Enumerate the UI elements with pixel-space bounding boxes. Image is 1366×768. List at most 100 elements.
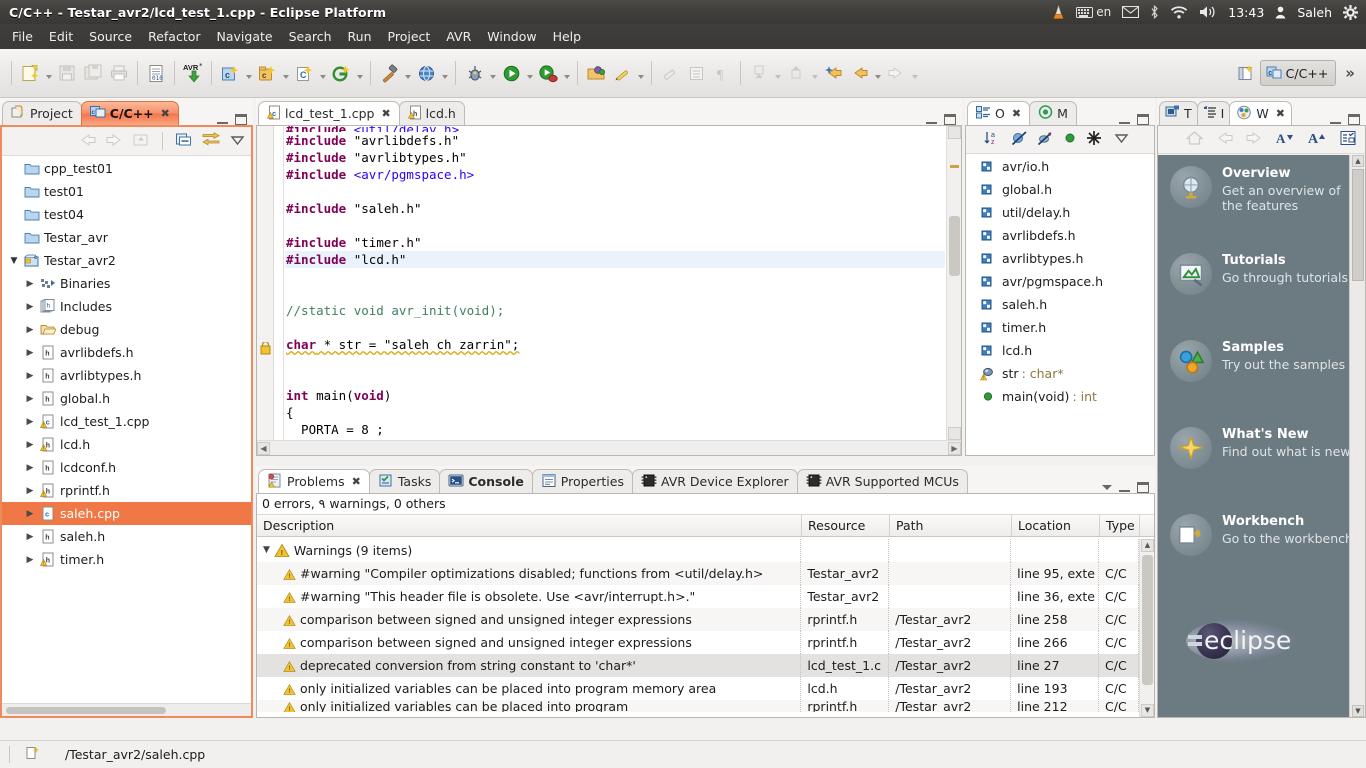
code-line[interactable]: #include "timer.h" [285,234,945,251]
scrollbar-thumb[interactable] [6,707,166,714]
tree-item-debug[interactable]: ▶ debug [2,318,251,341]
decrease-font-icon[interactable]: A [1276,130,1295,149]
menu-file[interactable]: File [4,27,41,46]
user-avatar-icon[interactable] [1275,6,1286,19]
maximize-icon[interactable] [1137,114,1149,125]
view-menu-icon[interactable] [230,134,245,149]
problem-row[interactable]: ! #warning "This header file is obsolete.… [257,585,1139,608]
column-header-description[interactable]: Description [257,515,802,536]
mail-icon[interactable] [1122,6,1140,18]
hide-fields-icon[interactable] [1011,130,1028,149]
customize-page-icon[interactable] [1340,130,1357,149]
code-line[interactable] [285,285,945,302]
outline-item-avrlibtypes-h[interactable]: avrlibtypes.h [966,247,1154,270]
editor-hscrollbar[interactable]: ◀ ▶ [257,440,961,455]
scroll-up-arrow[interactable] [948,126,961,139]
expand-arrow-closed-icon[interactable]: ▶ [22,532,38,542]
minimize-icon[interactable] [926,115,937,124]
debug-icon[interactable] [461,60,487,86]
tree-item-avrlibtypes-h[interactable]: ▶ h avrlibtypes.h [2,364,251,387]
maximize-icon[interactable] [1348,114,1360,125]
menu-project[interactable]: Project [380,27,439,46]
outline-item-util-delay-h[interactable]: util/delay.h [966,201,1154,224]
problems-group-row[interactable]: ▼! Warnings (9 items) [257,539,1139,562]
scrollbar-thumb[interactable] [1142,555,1153,685]
scrollbar-thumb[interactable] [949,216,960,276]
tree-item-avrlibdefs-h[interactable]: ▶ h avrlibdefs.h [2,341,251,364]
new-source-file-icon[interactable]: C [291,60,317,86]
column-header-type[interactable]: Type [1100,515,1140,536]
outline-item-global-h[interactable]: global.h [966,178,1154,201]
tab-outline-mini[interactable]: I [1196,101,1231,125]
scroll-down-arrow[interactable]: ▼ [1141,704,1154,717]
keyboard-layout-indicator[interactable]: en [1076,5,1111,19]
editor-vscrollbar[interactable] [946,126,961,440]
outline-item-str[interactable]: ! str : char* [966,362,1154,385]
run-external-tools-dropdown[interactable] [561,60,572,86]
tab-problems[interactable]: Problems ✖ [258,469,370,493]
tab-project[interactable]: Project [2,101,82,125]
build-hammer-icon[interactable] [376,60,402,86]
code-line[interactable] [285,370,945,387]
scroll-left-arrow[interactable]: ◀ [257,442,270,455]
code-line[interactable]: int main(void) [285,387,945,404]
home-icon[interactable] [1185,130,1204,149]
tab-welcome[interactable]: W ✖ [1229,101,1292,125]
tree-item-binaries[interactable]: ▶ Binaries [2,272,251,295]
tree-item-saleh-cpp[interactable]: ▶ c saleh.cpp [2,502,251,525]
tree-item-lcd-test-1-cpp[interactable]: ▶ c! lcd_test_1.cpp [2,410,251,433]
scrollbar-thumb[interactable] [1352,169,1364,281]
expand-arrow-closed-icon[interactable]: ▶ [22,371,38,381]
problems-vscrollbar[interactable]: ▲ ▼ [1139,539,1154,717]
tab-lcd-test-1-cpp[interactable]: c lcd_test_1.cpp ✖ [258,101,400,125]
problem-row[interactable]: ! #warning "Compiler optimizations disabl… [257,562,1139,585]
code-line[interactable]: #include "avrlibtypes.h" [285,149,945,166]
minimize-icon[interactable] [217,115,228,124]
scroll-up-arrow[interactable]: ▲ [1352,155,1364,167]
link-with-editor-icon[interactable] [202,132,220,150]
maximize-icon[interactable] [944,114,956,125]
vlc-icon[interactable] [1052,4,1065,20]
new-green-icon[interactable] [328,60,354,86]
code-line[interactable] [285,268,945,285]
code-line[interactable]: //static void avr_init(void); [285,302,945,319]
expand-arrow-open-icon[interactable]: ▼ [6,256,22,266]
problem-row[interactable]: ! only initialized variables can be place… [257,677,1139,700]
outline-item-lcd-h[interactable]: lcd.h [966,339,1154,362]
tab-make-target[interactable]: M [1029,101,1077,125]
hide-static-icon[interactable]: s [1037,130,1054,149]
tab-console[interactable]: Console [439,469,533,493]
close-icon[interactable]: ✖ [381,107,390,120]
outline-item-avr-pgmspace-h[interactable]: avr/pgmspace.h [966,270,1154,293]
minimize-icon[interactable] [1119,115,1130,124]
menu-run[interactable]: Run [340,27,380,46]
outline-item-avrlibdefs-h[interactable]: avrlibdefs.h [966,224,1154,247]
problem-row[interactable]: ! comparison between signed and unsigned … [257,631,1139,654]
expand-arrow-open-icon[interactable]: ▼ [263,539,270,562]
code-line[interactable]: #include "lcd.h" [285,251,945,268]
tree-item-rprintf-h[interactable]: ▶ h! rprintf.h [2,479,251,502]
wifi-icon[interactable] [1170,5,1188,19]
user-name[interactable]: Saleh [1297,5,1332,20]
scroll-down-arrow[interactable] [948,427,961,440]
code-line[interactable]: #include "avrlibdefs.h" [285,132,945,149]
collapse-all-icon[interactable] [175,132,192,150]
scroll-up-arrow[interactable]: ▲ [1141,539,1154,552]
close-icon[interactable]: ✖ [161,107,170,120]
annotation-pen-icon[interactable] [609,60,635,86]
code-line[interactable]: char * str = "saleh ch zarrin"; [285,336,945,353]
column-header-location[interactable]: Location [1012,515,1100,536]
tree-item-includes[interactable]: ▶ h Includes [2,295,251,318]
tab-tasks[interactable]: Tasks [368,469,441,493]
tab-properties[interactable]: Properties [531,469,633,493]
globe-build-icon[interactable] [413,60,439,86]
code-line[interactable]: PORTA = 8 ; [285,421,945,438]
volume-icon[interactable] [1199,5,1217,19]
toolbar-overflow-chevron[interactable]: » [1336,64,1362,82]
code-line[interactable] [285,353,945,370]
new-c-class-dropdown[interactable] [280,60,291,86]
run-external-tools-icon[interactable] [535,60,561,86]
tree-item-global-h[interactable]: ▶ h global.h [2,387,251,410]
scroll-down-arrow[interactable]: ▼ [1352,705,1364,717]
welcome-item-tutorials[interactable]: Tutorials Go through tutorials [1158,242,1365,329]
